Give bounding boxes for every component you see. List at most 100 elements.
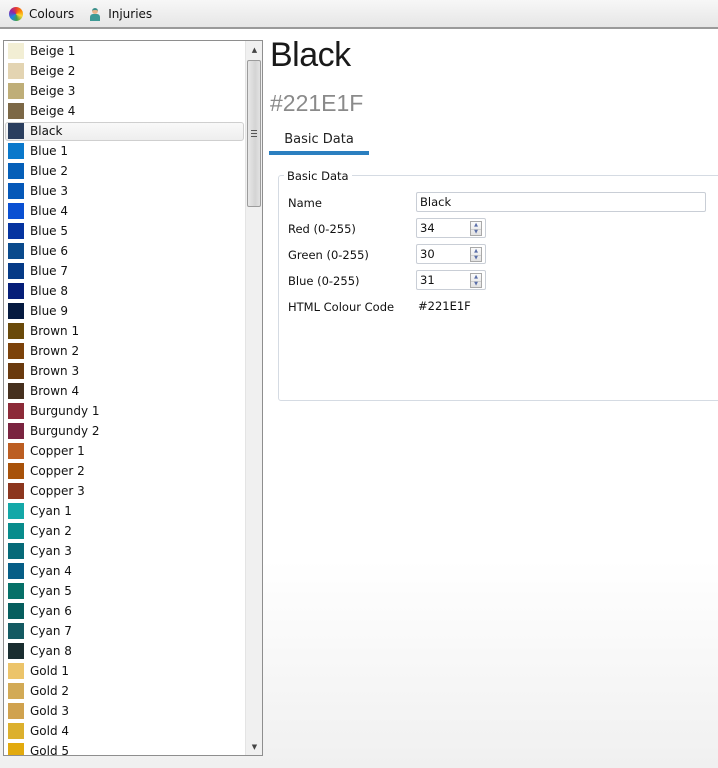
scroll-down-button[interactable]: ▼ xyxy=(246,738,262,755)
list-item[interactable]: Cyan 6 xyxy=(4,601,245,621)
toolbar: Colours Injuries xyxy=(0,0,718,29)
list-item[interactable]: Beige 3 xyxy=(4,81,245,101)
list-item-label: Black xyxy=(30,124,63,138)
name-input[interactable]: Black xyxy=(416,192,706,212)
tab-basic-data[interactable]: Basic Data xyxy=(269,128,369,155)
toolbar-injuries-label: Injuries xyxy=(108,6,153,21)
list-item[interactable]: Brown 3 xyxy=(4,361,245,381)
list-item-label: Blue 8 xyxy=(30,284,69,298)
list-item[interactable]: Burgundy 1 xyxy=(4,401,245,421)
list-item[interactable]: Copper 2 xyxy=(4,461,245,481)
colour-swatch xyxy=(8,383,24,399)
colour-swatch xyxy=(8,183,24,199)
colour-swatch xyxy=(8,603,24,619)
list-item[interactable]: Gold 3 xyxy=(4,701,245,721)
list-item-label: Cyan 5 xyxy=(30,584,72,598)
colour-swatch xyxy=(8,243,24,259)
list-item-label: Gold 4 xyxy=(30,724,70,738)
group-title: Basic Data xyxy=(284,169,352,183)
list-item[interactable]: Gold 2 xyxy=(4,681,245,701)
list-item[interactable]: Cyan 2 xyxy=(4,521,245,541)
scrollbar-thumb[interactable] xyxy=(247,60,261,207)
list-item[interactable]: Brown 1 xyxy=(4,321,245,341)
list-scrollbar[interactable]: ▲ ▼ xyxy=(245,41,262,755)
list-item[interactable]: Black xyxy=(4,121,245,141)
green-spin-buttons: ▲ ▼ xyxy=(470,247,482,262)
list-item[interactable]: Cyan 8 xyxy=(4,641,245,661)
colour-swatch xyxy=(8,363,24,379)
spin-down-icon[interactable]: ▼ xyxy=(471,229,481,235)
blue-spinbox[interactable]: 31 ▲ ▼ xyxy=(416,270,486,290)
green-label: Green (0-255) xyxy=(288,248,369,262)
spin-down-icon[interactable]: ▼ xyxy=(471,255,481,261)
list-item-label: Burgundy 1 xyxy=(30,404,100,418)
detail-title: Black xyxy=(270,36,351,74)
list-item[interactable]: Blue 5 xyxy=(4,221,245,241)
colour-swatch xyxy=(8,143,24,159)
colour-swatch xyxy=(8,723,24,739)
list-item[interactable]: Gold 1 xyxy=(4,661,245,681)
list-item[interactable]: Brown 2 xyxy=(4,341,245,361)
list-item[interactable]: Copper 1 xyxy=(4,441,245,461)
toolbar-colours-button[interactable]: Colours xyxy=(9,6,74,21)
list-item-label: Gold 2 xyxy=(30,684,70,698)
red-spinbox[interactable]: 34 ▲ ▼ xyxy=(416,218,486,238)
list-item[interactable]: Cyan 4 xyxy=(4,561,245,581)
toolbar-injuries-button[interactable]: Injuries xyxy=(88,7,152,21)
color-wheel-icon xyxy=(9,6,23,21)
detail-colour-code: #221E1F xyxy=(270,90,364,116)
tab-strip: Basic Data xyxy=(269,128,369,155)
colour-swatch xyxy=(8,743,24,755)
list-item[interactable]: Burgundy 2 xyxy=(4,421,245,441)
list-item-label: Blue 7 xyxy=(30,264,69,278)
green-value: 30 xyxy=(420,247,435,261)
colour-swatch xyxy=(8,703,24,719)
scroll-up-button[interactable]: ▲ xyxy=(246,41,262,58)
list-item-label: Beige 1 xyxy=(30,44,76,58)
list-item[interactable]: Blue 7 xyxy=(4,261,245,281)
blue-label: Blue (0-255) xyxy=(288,274,360,288)
spin-up-icon[interactable]: ▲ xyxy=(471,222,481,228)
colour-swatch xyxy=(8,563,24,579)
name-label: Name xyxy=(288,196,322,210)
green-spinbox[interactable]: 30 ▲ ▼ xyxy=(416,244,486,264)
colour-swatch xyxy=(8,663,24,679)
list-item-label: Blue 1 xyxy=(30,144,69,158)
list-item[interactable]: Beige 4 xyxy=(4,101,245,121)
list-item[interactable]: Cyan 5 xyxy=(4,581,245,601)
list-item[interactable]: Beige 1 xyxy=(4,41,245,61)
colour-swatch xyxy=(8,223,24,239)
spin-up-icon[interactable]: ▲ xyxy=(471,248,481,254)
list-item[interactable]: Blue 6 xyxy=(4,241,245,261)
list-item[interactable]: Cyan 7 xyxy=(4,621,245,641)
list-item[interactable]: Brown 4 xyxy=(4,381,245,401)
list-item[interactable]: Gold 5 xyxy=(4,741,245,755)
list-item[interactable]: Beige 2 xyxy=(4,61,245,81)
colour-swatch xyxy=(8,303,24,319)
spin-up-icon[interactable]: ▲ xyxy=(471,274,481,280)
list-item[interactable]: Blue 4 xyxy=(4,201,245,221)
colour-swatch xyxy=(8,423,24,439)
list-item[interactable]: Blue 8 xyxy=(4,281,245,301)
list-item[interactable]: Blue 9 xyxy=(4,301,245,321)
list-item[interactable]: Blue 1 xyxy=(4,141,245,161)
blue-value: 31 xyxy=(420,273,435,287)
grip-icon xyxy=(251,130,257,137)
list-item-label: Cyan 1 xyxy=(30,504,72,518)
list-item[interactable]: Blue 2 xyxy=(4,161,245,181)
list-item-label: Copper 2 xyxy=(30,464,85,478)
list-item-label: Blue 6 xyxy=(30,244,69,258)
list-item[interactable]: Cyan 3 xyxy=(4,541,245,561)
list-item[interactable]: Gold 4 xyxy=(4,721,245,741)
list-item[interactable]: Cyan 1 xyxy=(4,501,245,521)
list-item-label: Brown 1 xyxy=(30,324,80,338)
colour-list[interactable]: Beige 1 Beige 2 Beige 3 Beige 4 Black Blue 1 B… xyxy=(3,40,263,756)
colour-swatch xyxy=(8,203,24,219)
list-item[interactable]: Copper 3 xyxy=(4,481,245,501)
list-item-label: Cyan 2 xyxy=(30,524,72,538)
colour-swatch xyxy=(8,323,24,339)
list-item[interactable]: Blue 3 xyxy=(4,181,245,201)
red-spin-buttons: ▲ ▼ xyxy=(470,221,482,236)
spin-down-icon[interactable]: ▼ xyxy=(471,281,481,287)
colour-swatch xyxy=(8,483,24,499)
